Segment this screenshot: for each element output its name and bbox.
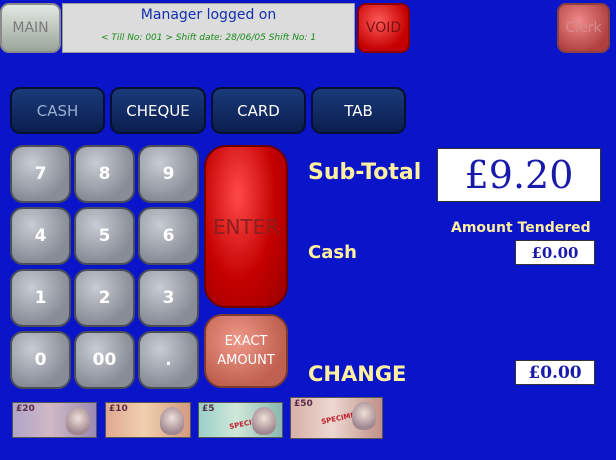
- tender-card[interactable]: CARD: [211, 87, 306, 134]
- status-title: Manager logged on: [140, 7, 277, 23]
- portrait-icon: [66, 407, 90, 435]
- change-label: CHANGE: [308, 362, 407, 386]
- portrait-icon: [252, 407, 276, 435]
- note-10-button[interactable]: £10: [105, 402, 191, 438]
- note-20-button[interactable]: £20: [12, 402, 97, 438]
- key-3[interactable]: 3: [138, 269, 199, 327]
- tender-cheque[interactable]: CHEQUE: [110, 87, 206, 134]
- main-button[interactable]: MAIN: [0, 3, 61, 53]
- clerk-button[interactable]: Clerk: [557, 3, 610, 53]
- enter-button[interactable]: ENTER: [204, 145, 288, 308]
- note-20-value: £20: [16, 404, 35, 414]
- cash-label: Cash: [308, 242, 357, 263]
- tender-cash[interactable]: CASH: [10, 87, 105, 134]
- note-5-button[interactable]: £5 SPECIMEN: [198, 402, 283, 438]
- portrait-icon: [160, 407, 184, 435]
- note-50-button[interactable]: £50 SPECIMEN: [290, 397, 383, 439]
- change-value: £0.00: [515, 360, 595, 385]
- amount-tendered-label: Amount Tendered: [451, 220, 591, 236]
- subtotal-label: Sub-Total: [308, 160, 422, 185]
- tender-tab[interactable]: TAB: [311, 87, 406, 134]
- cash-tendered-value[interactable]: £0.00: [515, 240, 595, 265]
- note-50-value: £50: [294, 399, 313, 409]
- status-panel: Manager logged on < Till No: 001 > Shift…: [62, 3, 355, 53]
- exact-amount-label: EXACT AMOUNT: [217, 332, 275, 370]
- void-button[interactable]: VOID: [357, 3, 410, 53]
- key-5[interactable]: 5: [74, 207, 135, 265]
- key-0[interactable]: 0: [10, 331, 71, 389]
- note-10-value: £10: [109, 404, 128, 414]
- key-9[interactable]: 9: [138, 145, 199, 203]
- key-decimal[interactable]: .: [138, 331, 199, 389]
- exact-label-line1: EXACT: [224, 334, 268, 349]
- key-6[interactable]: 6: [138, 207, 199, 265]
- key-2[interactable]: 2: [74, 269, 135, 327]
- exact-amount-button[interactable]: EXACT AMOUNT: [204, 314, 288, 388]
- subtotal-value: £9.20: [437, 148, 601, 202]
- key-4[interactable]: 4: [10, 207, 71, 265]
- note-5-value: £5: [202, 404, 215, 414]
- key-00[interactable]: 00: [74, 331, 135, 389]
- key-7[interactable]: 7: [10, 145, 71, 203]
- exact-label-line2: AMOUNT: [217, 353, 275, 368]
- key-8[interactable]: 8: [74, 145, 135, 203]
- shift-info: < Till No: 001 > Shift date: 28/06/05 Sh…: [100, 33, 317, 43]
- portrait-icon: [352, 402, 376, 430]
- key-1[interactable]: 1: [10, 269, 71, 327]
